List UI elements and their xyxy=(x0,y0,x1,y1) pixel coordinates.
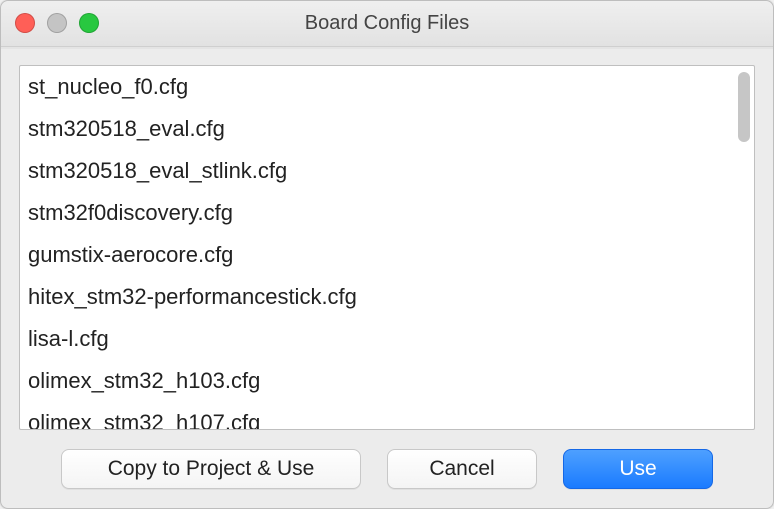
list-item[interactable]: olimex_stm32_h107.cfg xyxy=(20,402,754,429)
content-area: st_nucleo_f0.cfg stm320518_eval.cfg stm3… xyxy=(1,47,773,430)
list-item[interactable]: hitex_stm32-performancestick.cfg xyxy=(20,276,754,318)
list-item[interactable]: lisa-l.cfg xyxy=(20,318,754,360)
minimize-icon[interactable] xyxy=(47,13,67,33)
list-item[interactable]: stm320518_eval.cfg xyxy=(20,108,754,150)
window-title: Board Config Files xyxy=(305,12,470,35)
close-icon[interactable] xyxy=(15,13,35,33)
list-item[interactable]: olimex_stm32_h103.cfg xyxy=(20,360,754,402)
dialog-window: Board Config Files st_nucleo_f0.cfg stm3… xyxy=(0,0,774,509)
list-item[interactable]: stm320518_eval_stlink.cfg xyxy=(20,150,754,192)
titlebar: Board Config Files xyxy=(1,1,773,47)
list-item[interactable]: stm32f0discovery.cfg xyxy=(20,192,754,234)
traffic-lights xyxy=(15,13,99,33)
list-item[interactable]: st_nucleo_f0.cfg xyxy=(20,66,754,108)
zoom-icon[interactable] xyxy=(79,13,99,33)
copy-to-project-and-use-button[interactable]: Copy to Project & Use xyxy=(61,449,361,489)
file-listbox[interactable]: st_nucleo_f0.cfg stm320518_eval.cfg stm3… xyxy=(19,65,755,430)
file-list-scroll[interactable]: st_nucleo_f0.cfg stm320518_eval.cfg stm3… xyxy=(20,66,754,429)
list-item[interactable]: gumstix-aerocore.cfg xyxy=(20,234,754,276)
use-button[interactable]: Use xyxy=(563,449,713,489)
cancel-button[interactable]: Cancel xyxy=(387,449,537,489)
button-bar: Copy to Project & Use Cancel Use xyxy=(1,430,773,508)
scrollbar-thumb[interactable] xyxy=(738,72,750,142)
